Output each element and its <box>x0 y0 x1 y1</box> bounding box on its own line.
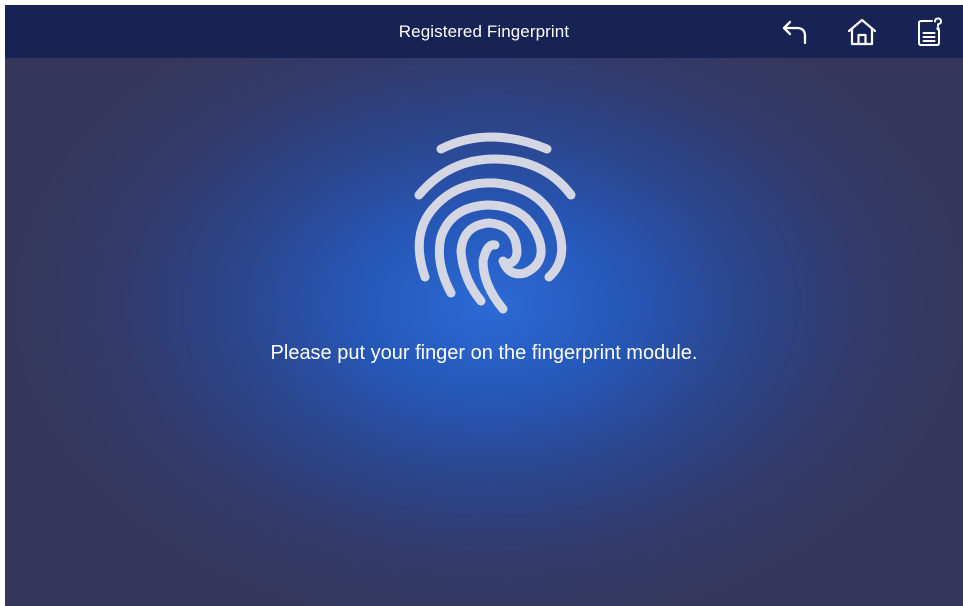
home-icon <box>846 17 878 47</box>
document-help-icon <box>915 16 945 48</box>
page-title: Registered Fingerprint <box>398 22 570 41</box>
menu-button[interactable] <box>913 15 947 49</box>
back-arrow-icon <box>780 17 810 47</box>
fingerprint-icon <box>399 125 579 315</box>
top-bar: Registered Fingerprint <box>5 5 963 58</box>
instruction-text: Please put your finger on the fingerprin… <box>270 342 698 364</box>
home-button[interactable] <box>845 15 879 49</box>
back-button[interactable] <box>778 15 812 49</box>
device-screen: Registered Fingerprint Please put your f… <box>5 5 963 606</box>
